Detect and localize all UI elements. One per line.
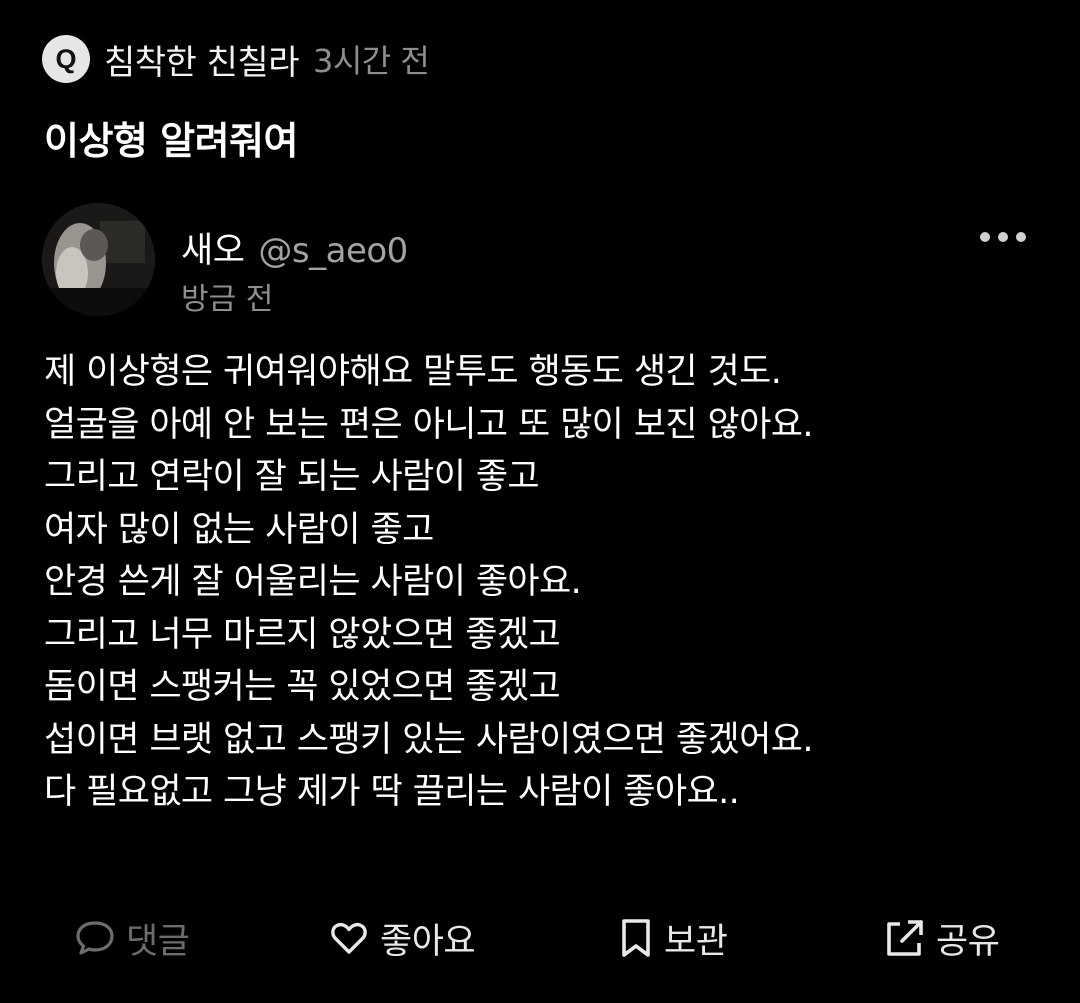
answer-author-row: 새오 @s_aeo0 — [181, 222, 408, 273]
share-icon — [887, 920, 923, 956]
share-button[interactable]: 공유 — [884, 910, 1000, 966]
answer-author-handle[interactable]: @s_aeo0 — [258, 231, 408, 271]
answer-line: 그리고 연락이 잘 되는 사람이 좋고 — [44, 457, 540, 497]
save-label: 보관 — [664, 921, 728, 962]
action-bar: 댓글 좋아요 보관 공유 — [0, 910, 1080, 966]
question-title: 이상형 알려줘여 — [44, 119, 298, 163]
answer-line: 섭이면 브랫 없고 스팽키 있는 사람이였으면 좋겠어요. — [44, 719, 813, 760]
question-badge-icon: Q — [42, 35, 90, 83]
share-label: 공유 — [936, 921, 1000, 962]
answer-time: 방금 전 — [181, 282, 274, 317]
question-author[interactable]: 침착한 친칠라 — [104, 35, 300, 84]
comment-icon — [76, 921, 114, 955]
answer-line: 여자 많이 없는 사람이 좋고 — [44, 509, 434, 550]
save-button[interactable]: 보관 — [618, 910, 728, 966]
comment-label: 댓글 — [126, 921, 190, 962]
answer-line: 안경 쓴게 잘 어울리는 사람이 좋아요. — [44, 562, 582, 602]
answer-line: 다 필요없고 그냥 제가 딱 끌리는 사람이 좋아요.. — [44, 772, 740, 812]
answer-line: 얼굴을 아예 안 보는 편은 아니고 또 많이 보진 않아요. — [44, 404, 813, 445]
avatar[interactable] — [42, 203, 155, 316]
bookmark-icon — [622, 919, 650, 957]
answer-author-name[interactable]: 새오 — [181, 222, 245, 273]
comment-button[interactable]: 댓글 — [74, 910, 190, 966]
question-header: Q 침착한 친칠라 3시간 전 — [42, 34, 430, 84]
answer-line: 제 이상형은 귀여워야해요 말투도 행동도 생긴 것도. — [44, 352, 782, 392]
answer-line: 그리고 너무 마르지 않았으면 좋겠고 — [44, 614, 561, 655]
heart-icon — [331, 922, 367, 954]
like-label: 좋아요 — [380, 921, 476, 962]
more-horizontal-icon[interactable] — [980, 222, 1026, 252]
like-button[interactable]: 좋아요 — [328, 910, 476, 966]
avatar-photo — [42, 203, 155, 316]
answer-body: 제 이상형은 귀여워야해요 말투도 행동도 생긴 것도. 얼굴을 아예 안 보는… — [44, 346, 1044, 819]
answer-line: 돔이면 스팽커는 꼭 있었으면 좋겠고 — [44, 667, 561, 707]
post-detail: Q 침착한 친칠라 3시간 전 이상형 알려줘여 새오 @s_aeo0 방금 전… — [0, 0, 1080, 1003]
question-time: 3시간 전 — [313, 42, 430, 80]
